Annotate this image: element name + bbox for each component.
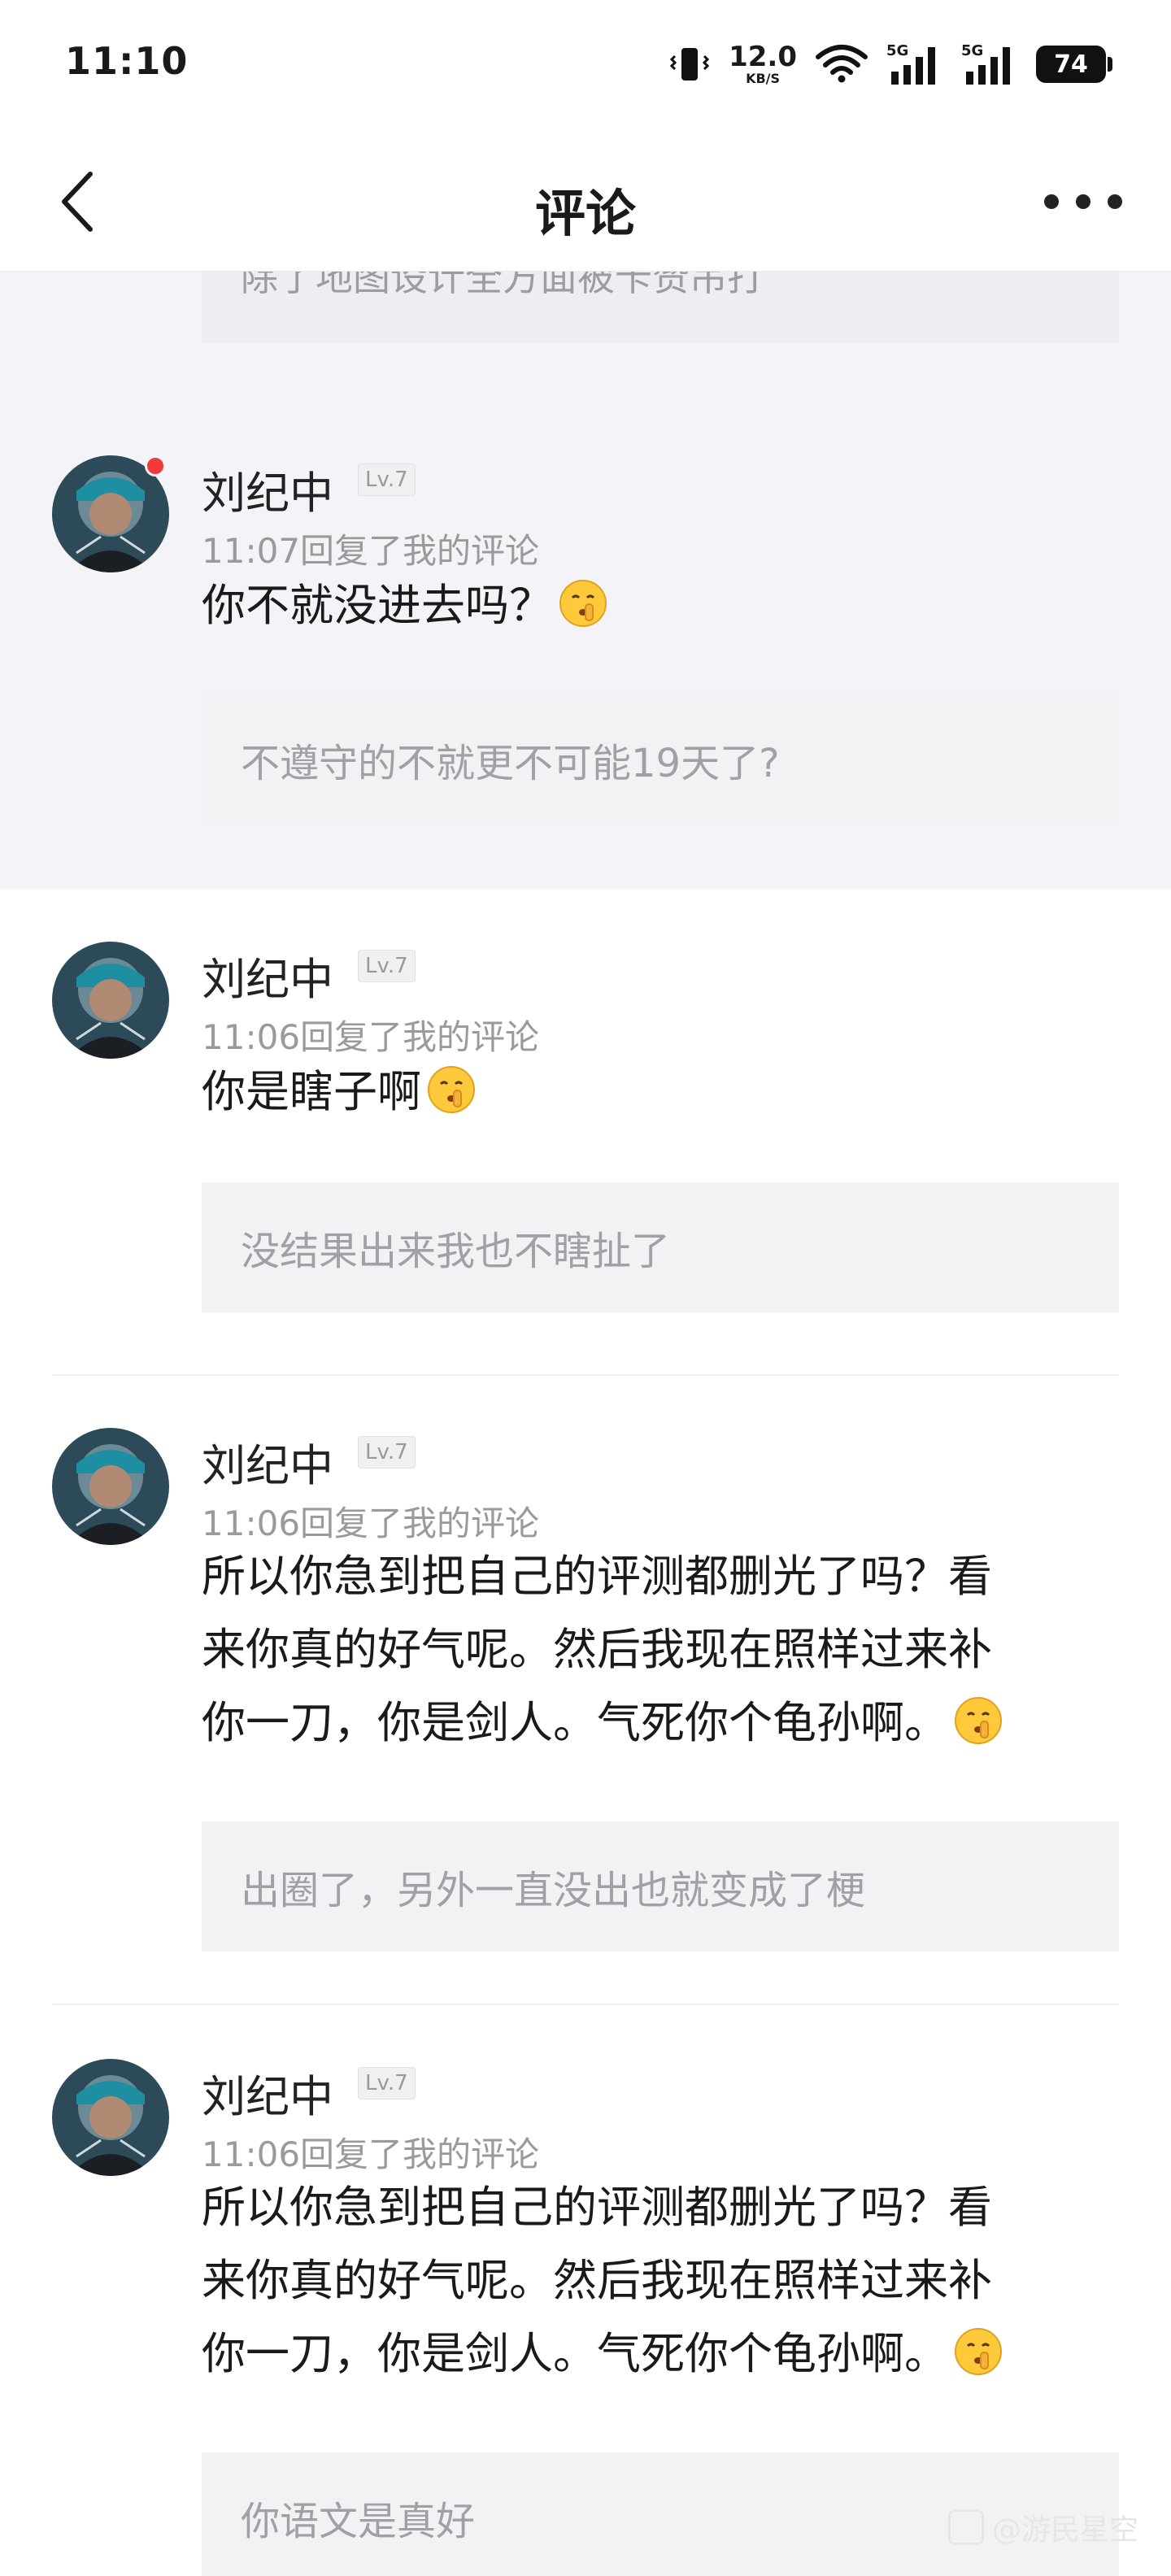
wifi-icon — [815, 42, 868, 86]
quoted-comment[interactable]: 不遵守的不就更不可能19天了? — [202, 694, 1119, 825]
reply-line: 来你真的好气呢。然后我现在照样过来补 — [202, 2255, 992, 2306]
watermark: @游民星空 — [947, 2506, 1138, 2548]
shush-emoji-icon — [955, 1697, 1002, 1744]
avatar-image — [52, 2059, 169, 2176]
level-badge: Lv.7 — [358, 2067, 416, 2100]
reply-line: 你一刀，你是剑人。气死你个龟孙啊。 — [202, 2328, 948, 2379]
vibrate-icon — [668, 43, 711, 85]
level-badge: Lv.7 — [358, 463, 416, 496]
reply-line: 你一刀，你是剑人。气死你个龟孙啊。 — [202, 1697, 948, 1748]
avatar-image — [52, 1428, 169, 1545]
reply-meta: 11:06回复了我的评论 — [202, 2134, 540, 2174]
reply-text-content: 你是瞎子啊 — [202, 1066, 421, 1117]
reply-text-content: 你不就没进去吗？ — [202, 580, 553, 631]
level-badge: Lv.7 — [358, 950, 416, 982]
battery-icon: 74 — [1036, 46, 1112, 83]
more-button[interactable] — [1044, 181, 1122, 223]
reply-line: 来你真的好气呢。然后我现在照样过来补 — [202, 1624, 992, 1675]
avatar[interactable] — [52, 2059, 169, 2176]
quoted-comment-text: 你语文是真好 — [241, 2499, 476, 2544]
reply-line-with-emoji: 你一刀，你是剑人。气死你个龟孙啊。 — [202, 1686, 1096, 1760]
shush-emoji-icon — [559, 580, 607, 627]
quoted-comment-text: 除了地图设计全方面被卡赞吊打 — [241, 272, 764, 299]
watermark-logo-icon — [947, 2509, 984, 2545]
quoted-comment-text: 出圈了，另外一直没出也就变成了梗 — [241, 1868, 866, 1913]
shush-emoji-icon — [428, 1066, 475, 1113]
reply-line: 所以你急到把自己的评测都删光了吗？看 — [202, 2182, 992, 2233]
reply-line-with-emoji: 你一刀，你是剑人。气死你个龟孙啊。 — [202, 2317, 1096, 2391]
network-speed-value: 12.0 — [729, 41, 797, 73]
shush-emoji-icon — [955, 2328, 1002, 2375]
reply-text[interactable]: 所以你急到把自己的评测都删光了吗？看 来你真的好气呢。然后我现在照样过来补 你一… — [202, 2171, 1096, 2391]
username[interactable]: 刘纪中 — [202, 457, 333, 521]
divider — [52, 1374, 1119, 1376]
nav-bar: 评论 — [0, 130, 1171, 272]
reply-line: 所以你急到把自己的评测都删光了吗？看 — [202, 1551, 992, 1602]
cellular-signal-2-icon: 5G — [961, 42, 1018, 86]
reply-text[interactable]: 你是瞎子啊 — [202, 1055, 1096, 1129]
more-dots-icon — [1044, 194, 1059, 209]
status-bar: 11:10 12.0 KB/S 5G 5G 74 — [0, 0, 1171, 130]
avatar[interactable] — [52, 1428, 169, 1545]
avatar[interactable] — [52, 942, 169, 1059]
reply-text[interactable]: 所以你急到把自己的评测都删光了吗？看 来你真的好气呢。然后我现在照样过来补 你一… — [202, 1540, 1096, 1760]
cellular-signal-1-icon: 5G — [886, 42, 943, 86]
reply-meta: 11:07回复了我的评论 — [202, 531, 540, 571]
status-time: 11:10 — [65, 39, 189, 83]
username[interactable]: 刘纪中 — [202, 1429, 333, 1494]
divider — [52, 2004, 1119, 2005]
comment-list[interactable]: 除了地图设计全方面被卡赞吊打 刘纪中 Lv.7 11:07回复了我的评论 你不就… — [0, 272, 1171, 2576]
quoted-comment[interactable]: 除了地图设计全方面被卡赞吊打 — [202, 272, 1119, 343]
network-speed-unit: KB/S — [746, 71, 781, 86]
unread-dot — [145, 455, 166, 476]
username[interactable]: 刘纪中 — [202, 943, 333, 1007]
reply-meta: 11:06回复了我的评论 — [202, 1503, 540, 1543]
quoted-comment-text: 不遵守的不就更不可能19天了? — [241, 741, 780, 786]
quoted-comment[interactable]: 出圈了，另外一直没出也就变成了梗 — [202, 1821, 1119, 1952]
avatar-image — [52, 942, 169, 1059]
quoted-comment-text: 没结果出来我也不瞎扯了 — [241, 1229, 671, 1274]
reply-meta: 11:06回复了我的评论 — [202, 1017, 540, 1057]
level-badge: Lv.7 — [358, 1436, 416, 1469]
network-speed: 12.0 KB/S — [729, 43, 797, 85]
page-title: 评论 — [534, 184, 636, 243]
watermark-text: @游民星空 — [991, 2513, 1138, 2547]
reply-text[interactable]: 你不就没进去吗？ — [202, 569, 1096, 642]
username[interactable]: 刘纪中 — [202, 2060, 333, 2125]
status-icons: 12.0 KB/S 5G 5G 74 — [668, 41, 1112, 88]
quoted-comment[interactable]: 没结果出来我也不瞎扯了 — [202, 1182, 1119, 1312]
